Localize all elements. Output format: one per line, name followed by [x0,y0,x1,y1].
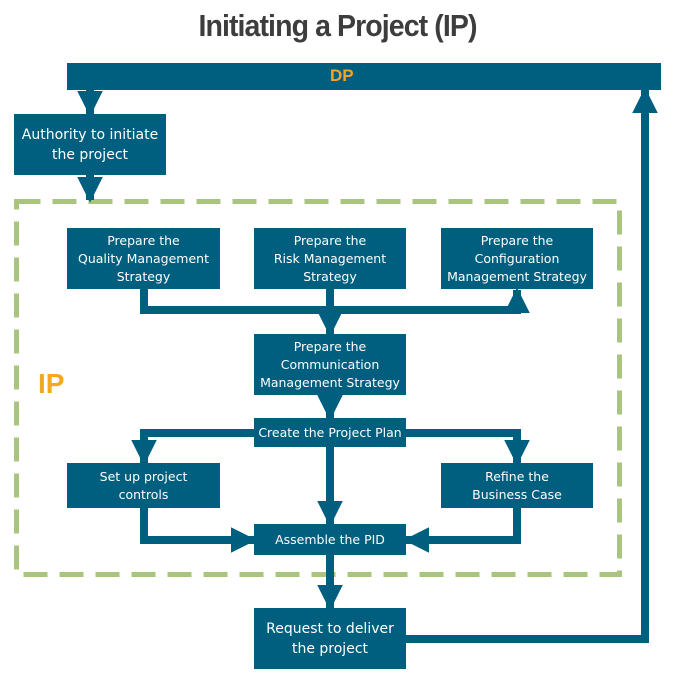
node-quality-strategy: Prepare the Quality Management Strategy [67,228,220,289]
node-assemble-pid: Assemble the PID [254,524,406,555]
arrow-plan-to-controls [131,429,254,466]
node-label: Prepare the Communication Management Str… [260,338,400,390]
node-authority-to-initiate: Authority to initiate the project [14,114,166,175]
node-communication-strategy: Prepare the Communication Management Str… [254,334,406,395]
node-risk-strategy: Prepare the Risk Management Strategy [254,228,406,289]
node-label: Set up project controls [99,468,188,502]
dp-label: DP [330,66,354,85]
node-label: Authority to initiate the project [21,126,159,163]
node-label: Assemble the PID [275,531,385,547]
node-project-controls: Set up project controls [67,463,220,508]
connector-quality-to-line [140,289,330,314]
arrow-line-to-configuration [326,287,530,314]
node-label: Prepare the Configuration Management Str… [447,232,587,284]
node-create-project-plan: Create the Project Plan [254,418,406,447]
node-label: Prepare the Quality Management Strategy [78,232,209,284]
node-label: Prepare the Risk Management Strategy [273,232,387,284]
node-label: Create the Project Plan [258,424,402,440]
node-request-to-deliver: Request to deliver the project [254,608,406,669]
arrow-business-case-to-assemble [403,508,521,553]
node-configuration-strategy: Prepare the Configuration Management Str… [441,228,593,289]
arrow-controls-to-assemble [140,508,257,553]
node-label: Refine the Business Case [472,468,562,502]
ip-label: IP [38,368,65,399]
dp-bar [67,63,661,90]
node-label: Request to deliver the project [266,620,394,657]
arrow-request-to-dp [406,87,658,643]
arrow-plan-to-business-case [406,429,530,466]
node-business-case: Refine the Business Case [441,463,593,508]
